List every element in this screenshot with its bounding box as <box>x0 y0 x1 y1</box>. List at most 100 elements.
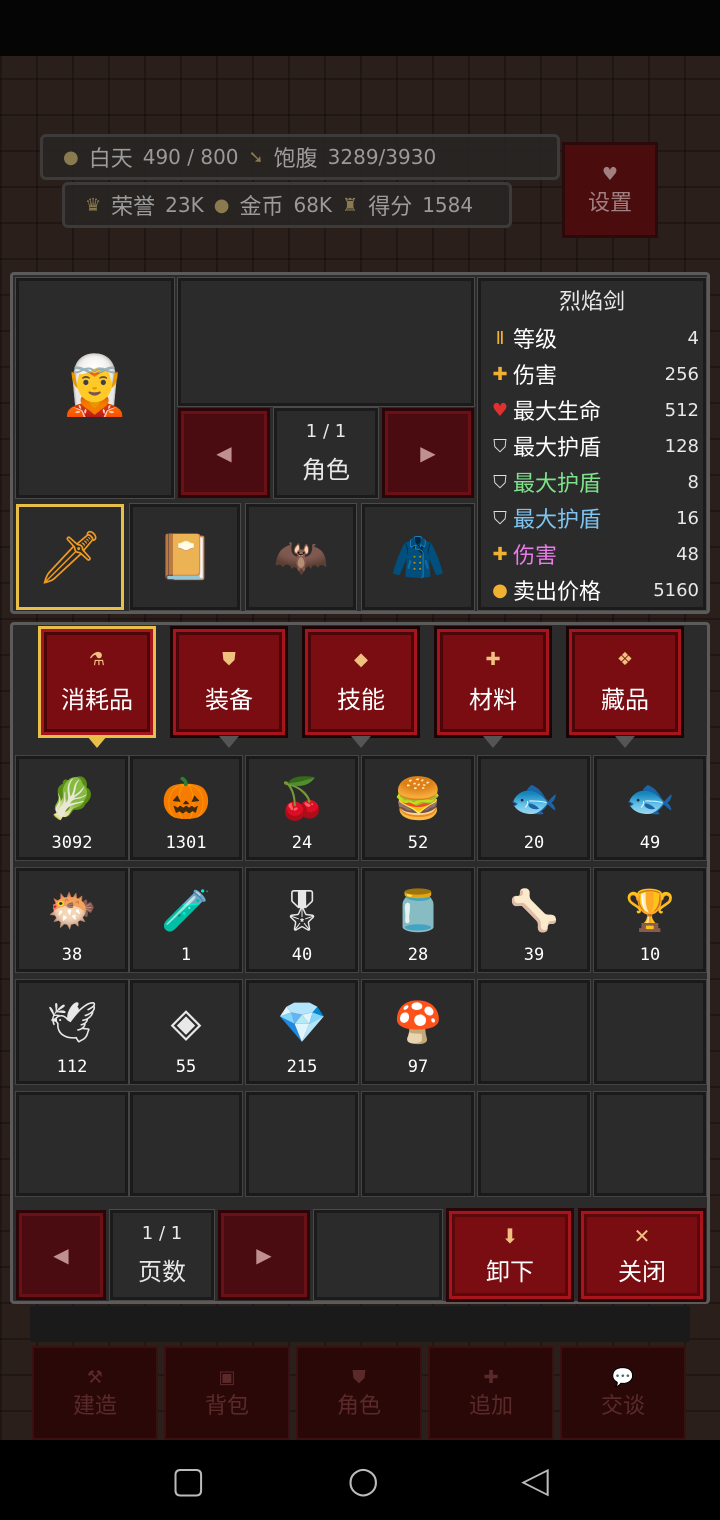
inventory-slot[interactable]: 🎖 40 <box>245 867 359 973</box>
inventory-slot-empty[interactable] <box>245 1091 359 1197</box>
damage-icon: ✚ <box>492 363 508 385</box>
hunger-value: 3289/3930 <box>327 145 437 169</box>
tab-pointer-icon <box>615 736 635 748</box>
tab-equipment[interactable]: ⛊ 装备 <box>170 626 288 738</box>
inventory-slot-empty[interactable] <box>593 979 707 1085</box>
item-count: 1301 <box>165 833 207 853</box>
item-count: 39 <box>523 945 545 965</box>
tab-collectibles[interactable]: ❖ 藏品 <box>566 626 684 738</box>
page-indicator: 1 / 1 页数 <box>109 1209 215 1301</box>
plus-icon: ✚ <box>483 1366 499 1388</box>
tab-consumables[interactable]: ⚗ 消耗品 <box>38 626 156 738</box>
inventory-slot[interactable]: 💎 215 <box>245 979 359 1085</box>
inventory-slot[interactable]: 🍄 97 <box>361 979 475 1085</box>
menu-extra: ✚ 追加 <box>428 1346 554 1440</box>
tab-materials[interactable]: ✚ 材料 <box>434 626 552 738</box>
inventory-slot[interactable]: 🫙 28 <box>361 867 475 973</box>
menu-build: ⚒ 建造 <box>32 1346 158 1440</box>
inventory-slot[interactable]: 🕊 112 <box>15 979 129 1085</box>
item-count: 28 <box>407 945 429 965</box>
horn-trophy-icon: 🍄 <box>393 1000 443 1046</box>
arrow-left-icon: ◀ <box>216 441 232 465</box>
tab-pointer-icon <box>351 736 371 748</box>
hammer-icon: ⚒ <box>86 1366 104 1388</box>
score-value: 1584 <box>422 193 474 217</box>
bottom-menu-bar <box>30 1306 690 1342</box>
system-nav-bar: ▢ ○ ◁ <box>0 1440 720 1520</box>
inventory-slot[interactable]: 🐟 20 <box>477 755 591 861</box>
heart-icon: ♥ <box>491 399 509 421</box>
cape-icon: 🧥 <box>390 532 446 583</box>
stat-label: 最大护盾 <box>513 508 602 533</box>
inventory-slot[interactable]: 🍒 24 <box>245 755 359 861</box>
page-prev-button[interactable]: ◀ <box>16 1210 106 1300</box>
back-icon[interactable]: ◁ <box>521 1460 549 1501</box>
unequip-label: 卸下 <box>486 1257 534 1286</box>
tab-skills[interactable]: ◆ 技能 <box>302 626 420 738</box>
chat-icon: 💬 <box>611 1366 635 1388</box>
home-icon[interactable]: ○ <box>347 1460 378 1501</box>
unequip-button[interactable]: ⬇ 卸下 <box>446 1208 574 1302</box>
item-name: 烈焰剑 <box>558 290 625 315</box>
shield-icon: ⛉ <box>493 471 507 493</box>
stat-label: 伤害 <box>513 544 558 569</box>
stat-value: 4 <box>687 327 699 349</box>
stat-label: 最大生命 <box>513 400 602 425</box>
hud-top-bar: ● 白天 490 / 800 ➘ 饱腹 3289/3930 <box>40 134 560 180</box>
hud-resources-bar: ♛ 荣誉 23K ● 金币 68K ♜ 得分 1584 <box>62 182 512 228</box>
page-label: 页数 <box>138 1258 186 1286</box>
stat-row: Ⅱ 等级 4 <box>487 322 699 354</box>
character-next-button[interactable]: ▶ <box>382 408 474 498</box>
inventory-slot[interactable]: 🥬 3092 <box>15 755 129 861</box>
inventory-slot[interactable]: ◈ 55 <box>129 979 243 1085</box>
cherries-icon: 🍒 <box>277 776 327 822</box>
equip-slot-cloak[interactable]: 🧥 <box>361 503 475 611</box>
close-button[interactable]: ✕ 关闭 <box>578 1208 706 1302</box>
inventory-slot-empty[interactable] <box>593 1091 707 1197</box>
sun-icon: ● <box>63 146 79 168</box>
inventory-slot[interactable]: 🐟 49 <box>593 755 707 861</box>
inventory-slot[interactable]: 🧪 1 <box>129 867 243 973</box>
gold-label: 金币 <box>239 195 284 220</box>
score-label: 得分 <box>368 195 413 220</box>
tab-label: 消耗品 <box>61 686 133 714</box>
settings-label: 设置 <box>587 190 632 216</box>
inventory-slot-empty[interactable] <box>129 1091 243 1197</box>
gold-emblem-icon: ◈ <box>170 1000 202 1046</box>
stat-label: 卖出价格 <box>513 580 602 605</box>
inventory-slot[interactable]: 🏆 10 <box>593 867 707 973</box>
inventory-slot-empty[interactable] <box>15 1091 129 1197</box>
equip-slot-offhand[interactable]: 📔 <box>129 503 241 611</box>
page-next-button[interactable]: ▶ <box>218 1210 310 1300</box>
recent-apps-icon[interactable]: ▢ <box>171 1460 205 1501</box>
menu-backpack: ▣ 背包 <box>164 1346 290 1440</box>
menu-label: 追加 <box>468 1393 513 1419</box>
tan-fish-icon: 🐟 <box>625 776 675 822</box>
stat-row: ⛉ 最大护盾 128 <box>487 430 699 462</box>
character-preview-area <box>177 277 475 407</box>
hunger-label: 饱腹 <box>273 147 318 172</box>
item-count: 215 <box>286 1057 318 1077</box>
equip-slot-weapon[interactable]: 🗡 <box>16 504 124 610</box>
inventory-slot[interactable]: 🍔 52 <box>361 755 475 861</box>
settings-button[interactable]: ♥ 设置 <box>562 142 658 238</box>
inventory-slot-empty[interactable] <box>477 1091 591 1197</box>
inventory-slot[interactable]: 🎃 1301 <box>129 755 243 861</box>
equip-slot-armor[interactable]: 🦇 <box>245 503 357 611</box>
character-prev-button[interactable]: ◀ <box>178 408 270 498</box>
day-value: 490 / 800 <box>142 145 239 169</box>
inventory-slot-empty[interactable] <box>477 979 591 1085</box>
stat-value: 8 <box>687 471 699 493</box>
inventory-slot[interactable]: 🦴 39 <box>477 867 591 973</box>
menu-talk: 💬 交谈 <box>560 1346 686 1440</box>
pumpkin-icon: 🎃 <box>161 776 211 822</box>
item-count: 97 <box>407 1057 429 1077</box>
inventory-slot[interactable]: 🐡 38 <box>15 867 129 973</box>
burger-icon: 🍔 <box>393 776 443 822</box>
stat-row: ⛉ 最大护盾 8 <box>487 466 699 498</box>
tab-label: 藏品 <box>601 686 649 714</box>
inventory-slot-empty[interactable] <box>361 1091 475 1197</box>
stat-row: ✚ 伤害 48 <box>487 538 699 570</box>
potion-icon: 🧪 <box>161 888 211 934</box>
day-label: 白天 <box>88 147 133 172</box>
